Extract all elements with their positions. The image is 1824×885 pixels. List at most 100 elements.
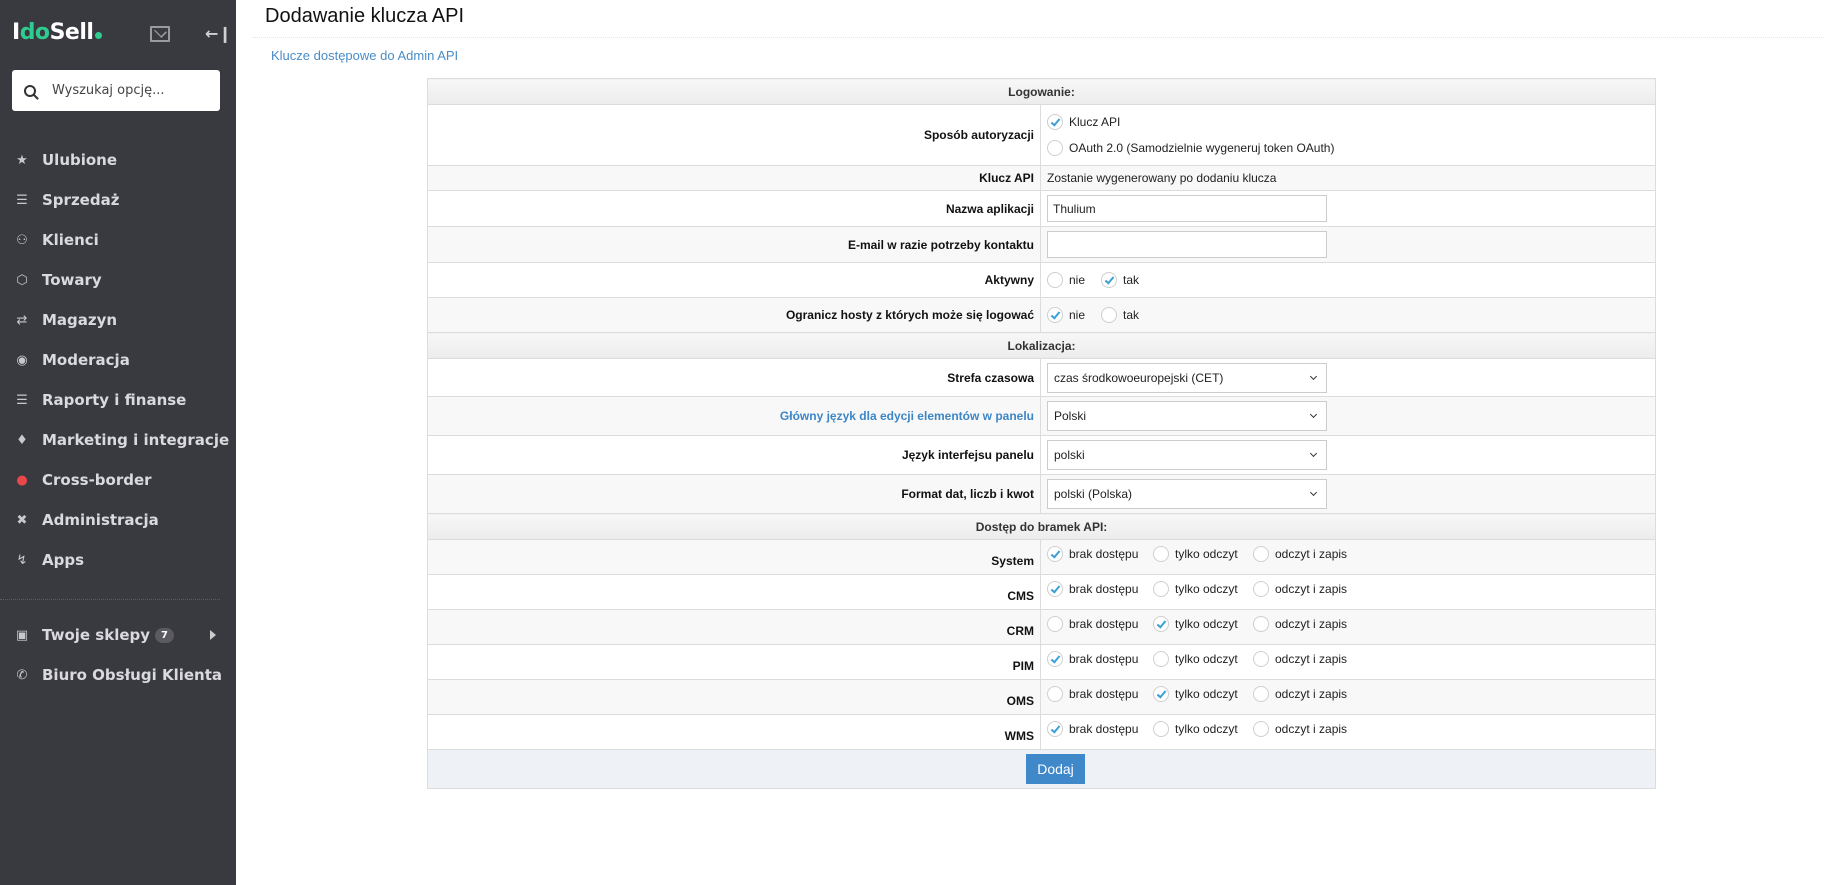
mail-icon[interactable]: [150, 26, 170, 42]
api-gate-row: PIM brak dostępu tylko odczyt odczyt i zapi…: [427, 644, 1656, 680]
radio-unchecked-icon: [1101, 307, 1118, 323]
add-button[interactable]: Dodaj: [1026, 754, 1085, 784]
sidebar-item-apps[interactable]: ↯ Apps: [0, 540, 236, 580]
search-input[interactable]: [52, 83, 212, 98]
radio-checked-icon: [1047, 581, 1063, 597]
radio-unchecked-icon: [1047, 616, 1063, 632]
active-radio-no[interactable]: nie: [1047, 272, 1085, 288]
api-gate-radio-read[interactable]: tylko odczyt: [1153, 581, 1253, 597]
api-gate-label: PIM: [427, 644, 1041, 680]
api-gate-radio-read[interactable]: tylko odczyt: [1153, 546, 1253, 562]
globe-icon: ●: [16, 472, 28, 488]
search-box[interactable]: [12, 70, 220, 111]
app-name-input[interactable]: [1047, 195, 1327, 222]
restrict-radio-yes[interactable]: tak: [1101, 307, 1139, 323]
api-key-value: Zostanie wygenerowany po dodaniu klucza: [1040, 165, 1656, 191]
api-gate-radio-readwrite[interactable]: odczyt i zapis: [1253, 616, 1347, 632]
api-gate-label: CRM: [427, 609, 1041, 645]
api-gate-radio-read[interactable]: tylko odczyt: [1153, 651, 1253, 667]
api-gate-radio-none[interactable]: brak dostępu: [1047, 686, 1153, 702]
api-gate-radio-readwrite[interactable]: odczyt i zapis: [1253, 651, 1347, 667]
title-divider: [252, 37, 1824, 38]
sidebar-item-klienci[interactable]: ⚇ Klienci: [0, 220, 236, 260]
breadcrumb-link-api-keys[interactable]: Klucze dostępowe do Admin API: [271, 48, 458, 63]
radio-checked-icon: [1047, 114, 1063, 130]
main-language-select[interactable]: Polski: [1047, 401, 1327, 431]
sidebar-item-ulubione[interactable]: ★ Ulubione: [0, 140, 236, 180]
chevron-down-icon: [1309, 372, 1318, 380]
section-header-login: Logowanie:: [427, 78, 1656, 105]
sidebar-item-administracja[interactable]: ✖ Administracja: [0, 500, 236, 540]
api-gate-radio-readwrite[interactable]: odczyt i zapis: [1253, 686, 1347, 702]
radio-unchecked-icon: [1153, 721, 1169, 737]
ui-language-select[interactable]: polski: [1047, 440, 1327, 470]
api-gate-radio-readwrite[interactable]: odczyt i zapis: [1253, 721, 1347, 737]
api-gate-radio-none[interactable]: brak dostępu: [1047, 721, 1153, 737]
app-name-label: Nazwa aplikacji: [427, 190, 1041, 227]
api-gate-row: CRM brak dostępu tylko odczyt odczyt i zapi…: [427, 609, 1656, 645]
sidebar-item-moderacja[interactable]: ◉ Moderacja: [0, 340, 236, 380]
api-gate-radio-none[interactable]: brak dostępu: [1047, 581, 1153, 597]
expand-icon: ✖: [16, 512, 28, 528]
api-gate-row: WMS brak dostępu tylko odczyt odczyt i zapi…: [427, 714, 1656, 750]
sidebar-item-sprzedaz[interactable]: ☰ Sprzedaż: [0, 180, 236, 220]
radio-unchecked-icon: [1253, 546, 1269, 562]
collapse-sidebar-icon[interactable]: ←❙: [205, 24, 232, 43]
sidebar-nav-secondary: ▣ Twoje sklepy 7 ✆ Biuro Obsługi Klienta: [0, 615, 236, 695]
sidebar-item-cross-border[interactable]: ● Cross-border: [0, 460, 236, 500]
api-gate-radio-none[interactable]: brak dostępu: [1047, 546, 1153, 562]
email-label: E-mail w razie potrzeby kontaktu: [427, 226, 1041, 263]
radio-unchecked-icon: [1047, 686, 1063, 702]
sidebar-item-magazyn[interactable]: ⇄ Magazyn: [0, 300, 236, 340]
api-gate-row: CMS brak dostępu tylko odczyt odczyt i zapi…: [427, 574, 1656, 610]
radio-unchecked-icon: [1047, 272, 1063, 288]
radio-checked-icon: [1047, 651, 1063, 667]
api-gate-label: WMS: [427, 714, 1041, 750]
api-gate-radio-read[interactable]: tylko odczyt: [1153, 721, 1253, 737]
api-gates-list: System brak dostępu tylko odczyt odczyt i z…: [427, 539, 1656, 750]
api-gate-radio-none[interactable]: brak dostępu: [1047, 616, 1153, 632]
api-gate-label: OMS: [427, 679, 1041, 715]
active-radio-yes[interactable]: tak: [1101, 272, 1139, 288]
sidebar-item-marketing[interactable]: ♦ Marketing i integracje: [0, 420, 236, 460]
api-gate-radio-read[interactable]: tylko odczyt: [1153, 616, 1253, 632]
auth-radio-oauth[interactable]: OAuth 2.0 (Samodzielnie wygeneruj token …: [1047, 140, 1334, 156]
api-gate-radio-read[interactable]: tylko odczyt: [1153, 686, 1253, 702]
sidebar-item-twoje-sklepy[interactable]: ▣ Twoje sklepy 7: [0, 615, 236, 655]
auth-method-label: Sposób autoryzacji: [427, 104, 1041, 166]
radio-unchecked-icon: [1047, 140, 1063, 156]
restrict-radio-no[interactable]: nie: [1047, 307, 1085, 323]
coins-icon: ☰: [16, 192, 28, 208]
api-gate-row: OMS brak dostępu tylko odczyt odczyt i zapi…: [427, 679, 1656, 715]
format-select[interactable]: polski (Polska): [1047, 479, 1327, 509]
auth-radio-api-key[interactable]: Klucz API: [1047, 114, 1120, 130]
chevron-right-icon: [210, 630, 216, 640]
radio-unchecked-icon: [1253, 616, 1269, 632]
api-gate-radio-readwrite[interactable]: odczyt i zapis: [1253, 581, 1347, 597]
radio-checked-icon: [1153, 616, 1169, 632]
api-key-label: Klucz API: [427, 165, 1041, 191]
sidebar: IdoSell ←❙ ★Ulubione ☰Sprzedaż ⚇Klienci …: [0, 0, 236, 885]
radio-checked-icon: [1047, 307, 1063, 323]
api-gate-label: System: [427, 539, 1041, 575]
ui-language-label: Język interfejsu panelu: [427, 435, 1041, 475]
radio-checked-icon: [1047, 721, 1063, 737]
radio-unchecked-icon: [1253, 686, 1269, 702]
timezone-select[interactable]: czas środkowoeuropejski (CET): [1047, 362, 1327, 393]
idosell-logo[interactable]: IdoSell: [12, 20, 103, 45]
api-key-form: Logowanie: Sposób autoryzacji Klucz API …: [427, 78, 1656, 789]
radio-checked-icon: [1047, 546, 1063, 562]
sidebar-divider: [0, 599, 220, 600]
sidebar-item-raporty[interactable]: ☰ Raporty i finanse: [0, 380, 236, 420]
sidebar-item-towary[interactable]: ⬡ Towary: [0, 260, 236, 300]
tag-icon: ♦: [16, 432, 28, 448]
radio-unchecked-icon: [1253, 651, 1269, 667]
radio-checked-icon: [1153, 686, 1169, 702]
api-gate-radio-readwrite[interactable]: odczyt i zapis: [1253, 546, 1347, 562]
sidebar-item-biuro-obslugi[interactable]: ✆ Biuro Obsługi Klienta: [0, 655, 236, 695]
chevron-down-icon: [1309, 410, 1318, 419]
api-gate-radio-none[interactable]: brak dostępu: [1047, 651, 1153, 667]
main-language-label[interactable]: Główny język dla edycji elementów w pane…: [427, 396, 1041, 436]
email-input[interactable]: [1047, 231, 1327, 258]
api-gate-row: System brak dostępu tylko odczyt odczyt i z…: [427, 539, 1656, 575]
